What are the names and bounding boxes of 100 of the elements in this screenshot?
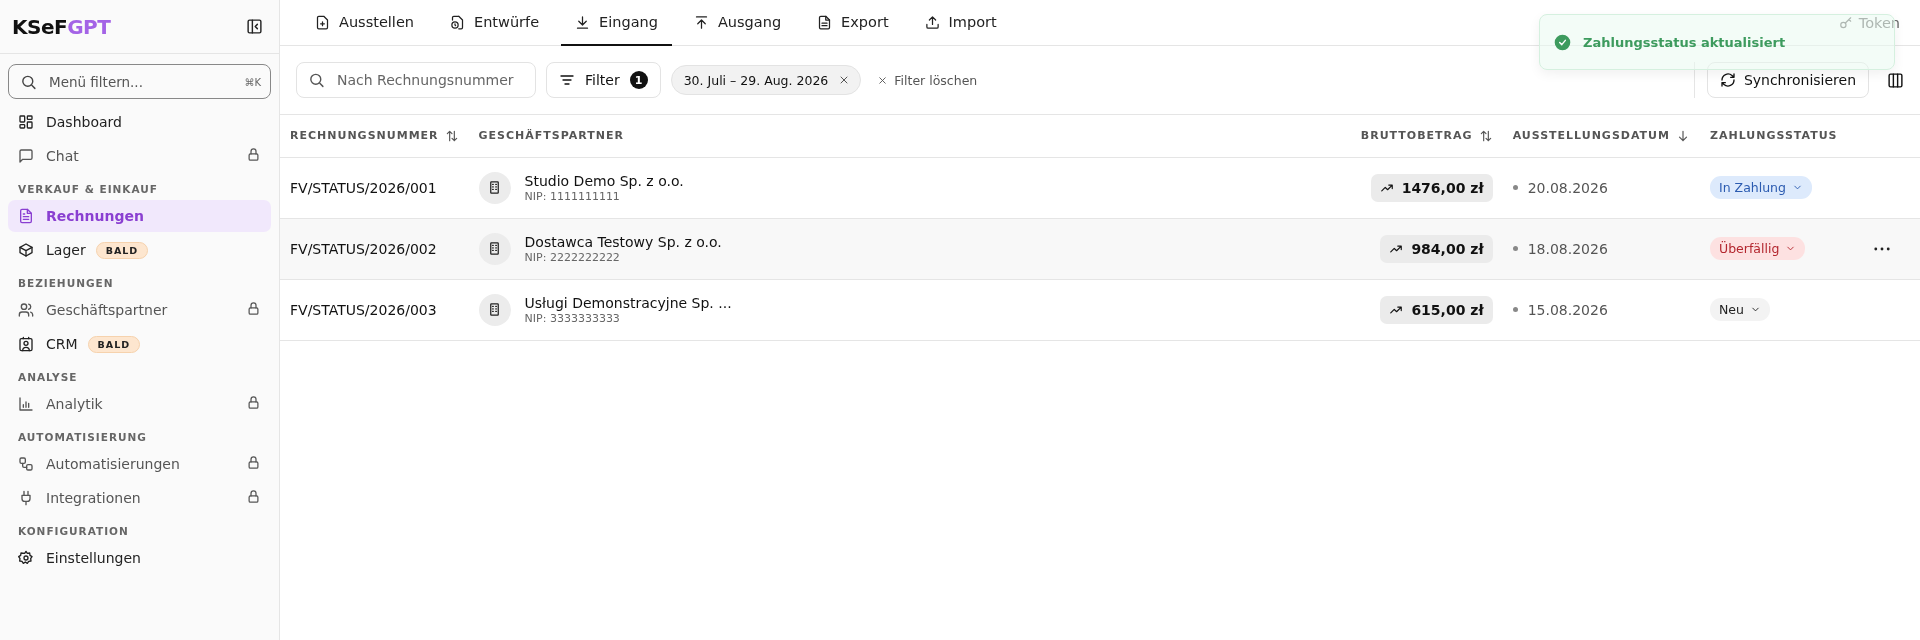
item-label: Lager — [46, 242, 86, 258]
section-title: VERKAUF & EINKAUF — [17, 182, 159, 197]
tab[interactable]: Export — [803, 0, 903, 46]
box-icon — [18, 242, 34, 258]
soon-badge: BALD — [95, 241, 149, 259]
amount-badge: 984,00 zł — [1380, 234, 1493, 263]
sort-down-icon — [1676, 128, 1690, 143]
invoice-number: FV/STATUS/2026/002 — [290, 240, 437, 257]
sort-icon — [1478, 128, 1493, 143]
close-icon — [877, 74, 889, 86]
chip-label: 30. Juli – 29. Aug. 2026 — [683, 72, 829, 88]
search-icon — [20, 73, 37, 90]
clear-filters-link[interactable]: Filter löschen — [877, 72, 978, 88]
item-label: Rechnungen — [46, 208, 144, 224]
plug-icon — [18, 490, 34, 506]
partner-name: Studio Demo Sp. z o.o. — [524, 172, 684, 189]
lock-icon — [246, 147, 261, 162]
section-title: BEZIEHUNGEN — [17, 276, 115, 291]
status-dropdown[interactable]: Neu — [1710, 298, 1770, 321]
issue-date: 18.08.2026 — [1527, 240, 1608, 257]
item-label: Analytik — [46, 396, 103, 412]
item-label: Integrationen — [46, 490, 141, 506]
issue-date: 15.08.2026 — [1527, 301, 1608, 318]
lock-icon — [246, 301, 261, 316]
download-icon — [575, 14, 591, 30]
sort-icon — [444, 128, 459, 143]
contact-icon — [18, 336, 34, 352]
item-label: Einstellungen — [46, 550, 141, 566]
upload-icon — [693, 14, 709, 30]
item-label: Chat — [46, 148, 79, 164]
column-header[interactable]: ZAHLUNGSSTATUS — [1710, 129, 1838, 143]
soon-badge: BALD — [87, 335, 141, 353]
users-icon — [18, 302, 34, 318]
columns-icon — [1887, 71, 1904, 89]
workflow-icon — [18, 456, 34, 472]
app-logo: KSeFGPT — [12, 14, 111, 39]
search-field[interactable]: Nach Rechnungsnummer — [296, 62, 536, 98]
settings-icon — [18, 550, 34, 566]
sidebar-item[interactable]: Rechnungen — [8, 200, 271, 232]
sidebar-item[interactable]: CRM BALD — [8, 328, 271, 360]
section-title: ANALYSE — [17, 370, 79, 385]
key-icon — [1838, 15, 1853, 30]
amount-badge: 1476,00 zł — [1370, 173, 1493, 202]
status-dropdown[interactable]: Überfällig — [1710, 237, 1806, 260]
invoice-number: FV/STATUS/2026/001 — [290, 179, 437, 196]
columns-button[interactable] — [1887, 71, 1904, 89]
sidebar-item[interactable]: Analytik — [8, 388, 271, 420]
item-label: Geschäftspartner — [46, 302, 168, 318]
file-text-icon — [817, 14, 833, 30]
shortcut-hint: ⌘K — [244, 76, 261, 87]
sidebar-item[interactable]: Einstellungen — [8, 542, 271, 574]
refresh-icon — [1719, 72, 1736, 88]
tax-id: NIP: 2222222222 — [524, 250, 621, 264]
upload-tray-icon — [924, 14, 940, 30]
tab[interactable]: Ausstellen — [301, 0, 428, 46]
chat-icon — [18, 148, 34, 164]
tax-id: NIP: 1111111111 — [524, 189, 621, 203]
invoice-number: FV/STATUS/2026/003 — [290, 301, 437, 318]
more-icon — [1874, 246, 1890, 251]
sidebar-item[interactable]: Dashboard — [8, 106, 271, 138]
column-header[interactable]: RECHNUNGSNUMMER — [290, 128, 459, 143]
partner-name: Usługi Demonstracyjne Sp. ... — [524, 294, 732, 311]
column-header[interactable]: GESCHÄFTSPARTNER — [478, 129, 624, 143]
issue-date: 20.08.2026 — [1527, 179, 1608, 196]
sidebar-item[interactable]: Integrationen — [8, 482, 271, 514]
lock-icon — [246, 395, 261, 410]
tab[interactable]: Import — [910, 0, 1011, 46]
section-title: AUTOMATISIERUNG — [17, 430, 148, 445]
toast-message: Zahlungsstatus aktualisiert — [1583, 34, 1786, 50]
date-dot-icon — [1512, 307, 1518, 312]
filter-icon — [559, 72, 575, 88]
sync-button[interactable]: Synchronisieren — [1706, 62, 1869, 98]
document-icon — [18, 208, 34, 224]
column-header[interactable]: BRUTTOBETRAG — [1360, 128, 1493, 143]
lock-icon — [246, 489, 261, 504]
filter-button[interactable]: Filter 1 — [546, 62, 661, 98]
item-label: Dashboard — [46, 114, 122, 130]
date-dot-icon — [1512, 246, 1518, 251]
filter-count: 1 — [629, 71, 648, 89]
partner-name: Dostawca Testowy Sp. z o.o. — [524, 233, 722, 250]
sidebar-item[interactable]: Chat — [8, 140, 271, 172]
item-label: Automatisierungen — [46, 456, 180, 472]
check-circle-icon — [1554, 33, 1571, 51]
sidebar-item[interactable]: Geschäftspartner — [8, 294, 271, 326]
sidebar-item[interactable]: Automatisierungen — [8, 448, 271, 480]
date-dot-icon — [1512, 185, 1518, 190]
section-title: KONFIGURATION — [17, 524, 130, 539]
tab[interactable]: Eingang — [561, 0, 672, 46]
tab[interactable]: Ausgang — [679, 0, 796, 46]
item-label: CRM — [46, 336, 78, 352]
grid-icon — [18, 114, 34, 130]
tab[interactable]: Entwürfe — [436, 0, 554, 46]
lock-icon — [246, 455, 261, 470]
status-dropdown[interactable]: In Zahlung — [1710, 176, 1812, 199]
tax-id: NIP: 3333333333 — [524, 311, 621, 325]
file-plus-icon — [315, 14, 330, 30]
bar-chart-icon — [18, 396, 34, 412]
amount-badge: 615,00 zł — [1380, 295, 1493, 324]
sidebar-item[interactable]: Lager BALD — [8, 234, 271, 266]
column-header[interactable]: AUSSTELLUNGSDATUM — [1512, 128, 1690, 143]
